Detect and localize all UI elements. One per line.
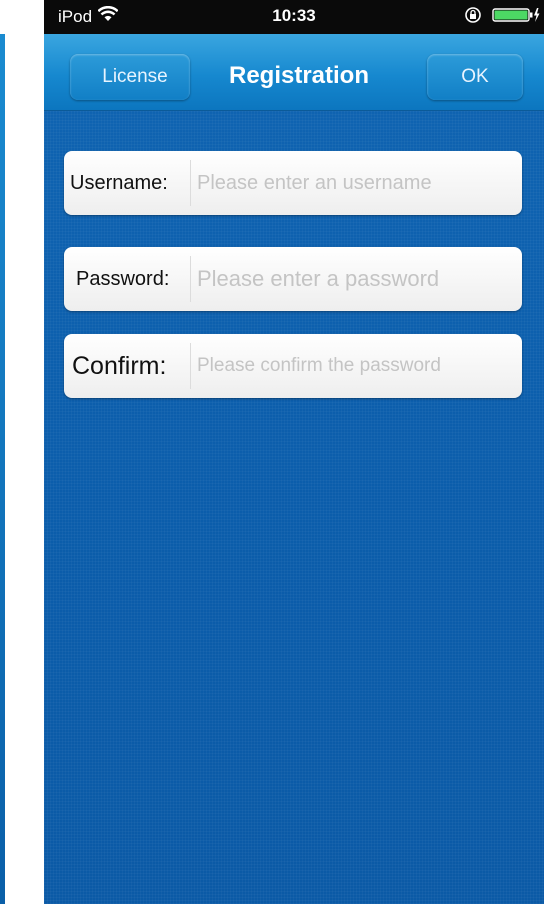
password-input[interactable] [191,259,522,299]
adjacent-screen-blue-edge [0,34,5,904]
phone-screen: iPod 10:33 License Registration OK Usern… [44,0,544,904]
username-row: Username: [64,151,522,215]
adjacent-screen-edge [0,0,8,904]
confirm-label: Confirm: [72,351,167,380]
navigation-bar: License Registration OK [44,34,544,111]
ok-button[interactable]: OK [427,54,523,100]
orientation-lock-icon [464,6,482,29]
license-back-button[interactable]: License [70,54,190,100]
status-bar: iPod 10:33 [44,0,544,34]
username-label: Username: [70,171,168,194]
password-row: Password: [64,247,522,311]
confirm-password-input[interactable] [191,346,522,386]
password-label: Password: [76,267,170,290]
battery-charging-icon [492,7,540,28]
registration-form: Username: Password: Confirm: [44,111,544,904]
username-input[interactable] [191,163,522,203]
back-button-label: License [102,66,168,87]
page-title: Registration [228,62,369,89]
status-right-icons [464,6,540,29]
confirm-password-row: Confirm: [64,334,522,398]
ok-button-label: OK [461,66,489,87]
